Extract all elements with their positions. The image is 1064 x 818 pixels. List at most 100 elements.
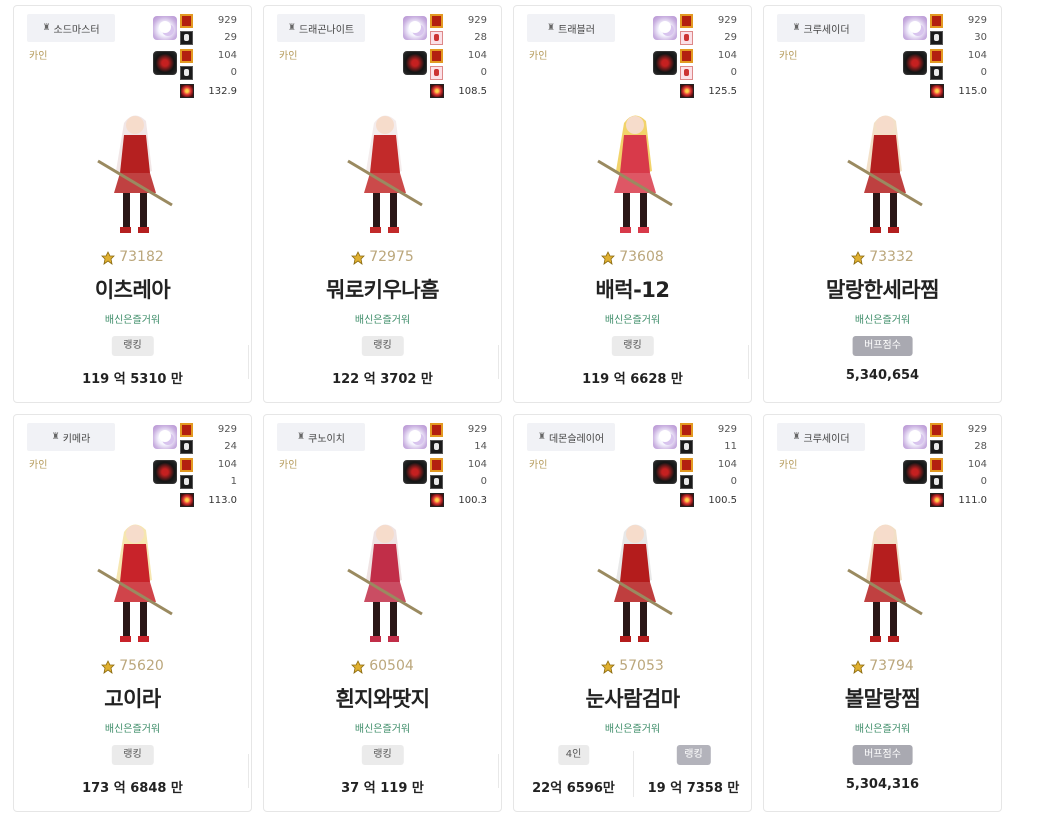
avatar-icon bbox=[430, 440, 443, 454]
equipment-summary: 929 14 104 0 100.3 bbox=[403, 422, 487, 514]
server-label: 카인 bbox=[279, 51, 298, 62]
character-image bbox=[824, 510, 944, 650]
server-label: 카인 bbox=[529, 51, 548, 62]
character-card[interactable]: ♜ 드래곤나이트 카인 929 28 104 0 108.5 72975 뭐로키우나흠 배신은즐거워… bbox=[263, 5, 502, 403]
fame-icon bbox=[601, 659, 616, 674]
server-label: 카인 bbox=[779, 51, 798, 62]
power-orb-icon bbox=[930, 493, 944, 507]
equip-stat: 0 bbox=[730, 67, 737, 78]
creature-icon bbox=[153, 16, 177, 40]
job-label: 크루세이더 bbox=[803, 24, 850, 36]
power-orb-icon bbox=[430, 493, 444, 507]
character-sprite bbox=[597, 524, 673, 642]
character-name[interactable]: 배럭-12 bbox=[514, 274, 751, 304]
score-value: 122 억 3702 만 bbox=[332, 372, 433, 387]
equip-stat: 0 bbox=[730, 476, 737, 487]
fame-icon bbox=[101, 250, 116, 265]
buff-score-badge[interactable]: 버프점수 bbox=[852, 745, 913, 765]
equip-stat: 104 bbox=[217, 50, 237, 61]
character-card[interactable]: ♜ 키메라 카인 929 24 104 1 113.0 75620 고이라 배신은즐거워 랭킹 173 … bbox=[13, 414, 252, 812]
aura-icon bbox=[403, 51, 427, 75]
ranking-badge[interactable]: 랭킹 bbox=[611, 336, 654, 356]
score-divider bbox=[248, 345, 249, 379]
equip-stat: 28 bbox=[974, 441, 987, 452]
character-name[interactable]: 말랑한세라찜 bbox=[764, 274, 1001, 304]
score-divider bbox=[248, 754, 249, 788]
fame-value: 73608 bbox=[619, 249, 664, 265]
guild-name[interactable]: 배신은즐거워 bbox=[514, 311, 751, 326]
equipment-summary: 929 28 104 0 108.5 bbox=[403, 13, 487, 105]
score-value: 5,304,316 bbox=[845, 777, 920, 792]
job-class-icon: ♜ bbox=[42, 23, 51, 33]
fame-row: 60504 bbox=[264, 658, 501, 674]
job-class-icon: ♜ bbox=[792, 432, 801, 442]
guild-name[interactable]: 배신은즐거워 bbox=[264, 311, 501, 326]
equipment-summary: 929 28 104 0 111.0 bbox=[903, 422, 987, 514]
server-label: 카인 bbox=[529, 460, 548, 471]
job-class-icon: ♜ bbox=[297, 432, 306, 442]
character-image bbox=[824, 101, 944, 241]
ranking-badge[interactable]: 랭킹 bbox=[361, 336, 404, 356]
character-image bbox=[74, 101, 194, 241]
score-value: 5,340,654 bbox=[845, 368, 920, 383]
character-card[interactable]: ♜ 쿠노이치 카인 929 14 104 0 100.3 60504 흰지와땃지 배신은즐거워 랭킹 3… bbox=[263, 414, 502, 812]
guild-name[interactable]: 배신은즐거워 bbox=[264, 720, 501, 735]
guild-name[interactable]: 배신은즐거워 bbox=[764, 720, 1001, 735]
ranking-badge[interactable]: 랭킹 bbox=[111, 745, 154, 765]
score-value: 19 억 7358 만 bbox=[647, 781, 740, 796]
guild-name[interactable]: 배신은즐거워 bbox=[14, 311, 251, 326]
character-card[interactable]: ♜ 트래블러 카인 929 29 104 0 125.5 73608 배럭-12 배신은즐거워 랭킹 1… bbox=[513, 5, 752, 403]
title-icon bbox=[930, 49, 943, 63]
equip-stat: 30 bbox=[974, 32, 987, 43]
fame-row: 75620 bbox=[14, 658, 251, 674]
party-badge[interactable]: 4인 bbox=[557, 745, 590, 765]
character-card[interactable]: ♜ 크루세이더 카인 929 28 104 0 111.0 73794 볼말랑찜 배신은즐거워 버프점… bbox=[763, 414, 1002, 812]
ranking-badge[interactable]: 랭킹 bbox=[361, 745, 404, 765]
power-value: 132.9 bbox=[208, 86, 237, 97]
aura-icon bbox=[153, 460, 177, 484]
equip-stat: 0 bbox=[230, 67, 237, 78]
aura-icon bbox=[403, 460, 427, 484]
title-icon bbox=[430, 49, 443, 63]
fame-value: 60504 bbox=[369, 658, 414, 674]
character-name[interactable]: 고이라 bbox=[14, 683, 251, 713]
ranking-badge[interactable]: 랭킹 bbox=[111, 336, 154, 356]
title-icon bbox=[430, 423, 443, 437]
power-value: 100.5 bbox=[708, 495, 737, 506]
title-icon bbox=[930, 14, 943, 28]
character-name[interactable]: 볼말랑찜 bbox=[764, 683, 1001, 713]
character-card[interactable]: ♜ 데몬슬레이어 카인 929 11 104 0 100.5 57053 눈사람검마 배신은즐거워 4… bbox=[513, 414, 752, 812]
job-label: 쿠노이치 bbox=[308, 433, 345, 445]
title-icon bbox=[930, 458, 943, 472]
character-card[interactable]: ♜ 크루세이더 카인 929 30 104 0 115.0 73332 말랑한세라찜 배신은즐거워 버… bbox=[763, 5, 1002, 403]
equip-stat: 11 bbox=[724, 441, 737, 452]
equip-stat: 0 bbox=[980, 67, 987, 78]
avatar-icon bbox=[180, 440, 193, 454]
character-card[interactable]: ♜ 소드마스터 카인 929 29 104 0 132.9 73182 이츠레아 배신은즐거워 랭킹 1… bbox=[13, 5, 252, 403]
job-tag: ♜ 데몬슬레이어 bbox=[527, 423, 615, 451]
equipment-summary: 929 29 104 0 132.9 bbox=[153, 13, 237, 105]
character-name[interactable]: 뭐로키우나흠 bbox=[264, 274, 501, 304]
guild-name[interactable]: 배신은즐거워 bbox=[14, 720, 251, 735]
job-class-icon: ♜ bbox=[792, 23, 801, 33]
guild-name[interactable]: 배신은즐거워 bbox=[514, 720, 751, 735]
fame-value: 57053 bbox=[619, 658, 664, 674]
aura-icon bbox=[653, 51, 677, 75]
buff-score-badge[interactable]: 버프점수 bbox=[852, 336, 913, 356]
avatar-icon bbox=[430, 475, 443, 489]
character-name[interactable]: 흰지와땃지 bbox=[264, 683, 501, 713]
fame-icon bbox=[851, 659, 866, 674]
power-value: 115.0 bbox=[958, 86, 987, 97]
character-name[interactable]: 눈사람검마 bbox=[514, 683, 751, 713]
ranking-badge[interactable]: 랭킹 bbox=[676, 745, 711, 765]
equip-stat: 29 bbox=[724, 32, 737, 43]
avatar-icon bbox=[930, 475, 943, 489]
guild-name[interactable]: 배신은즐거워 bbox=[764, 311, 1001, 326]
title-icon bbox=[180, 423, 193, 437]
character-sprite bbox=[347, 115, 423, 233]
job-class-icon: ♜ bbox=[287, 23, 296, 33]
aura-icon bbox=[653, 460, 677, 484]
fame-row: 73794 bbox=[764, 658, 1001, 674]
character-name[interactable]: 이츠레아 bbox=[14, 274, 251, 304]
equip-stat: 929 bbox=[217, 15, 237, 26]
